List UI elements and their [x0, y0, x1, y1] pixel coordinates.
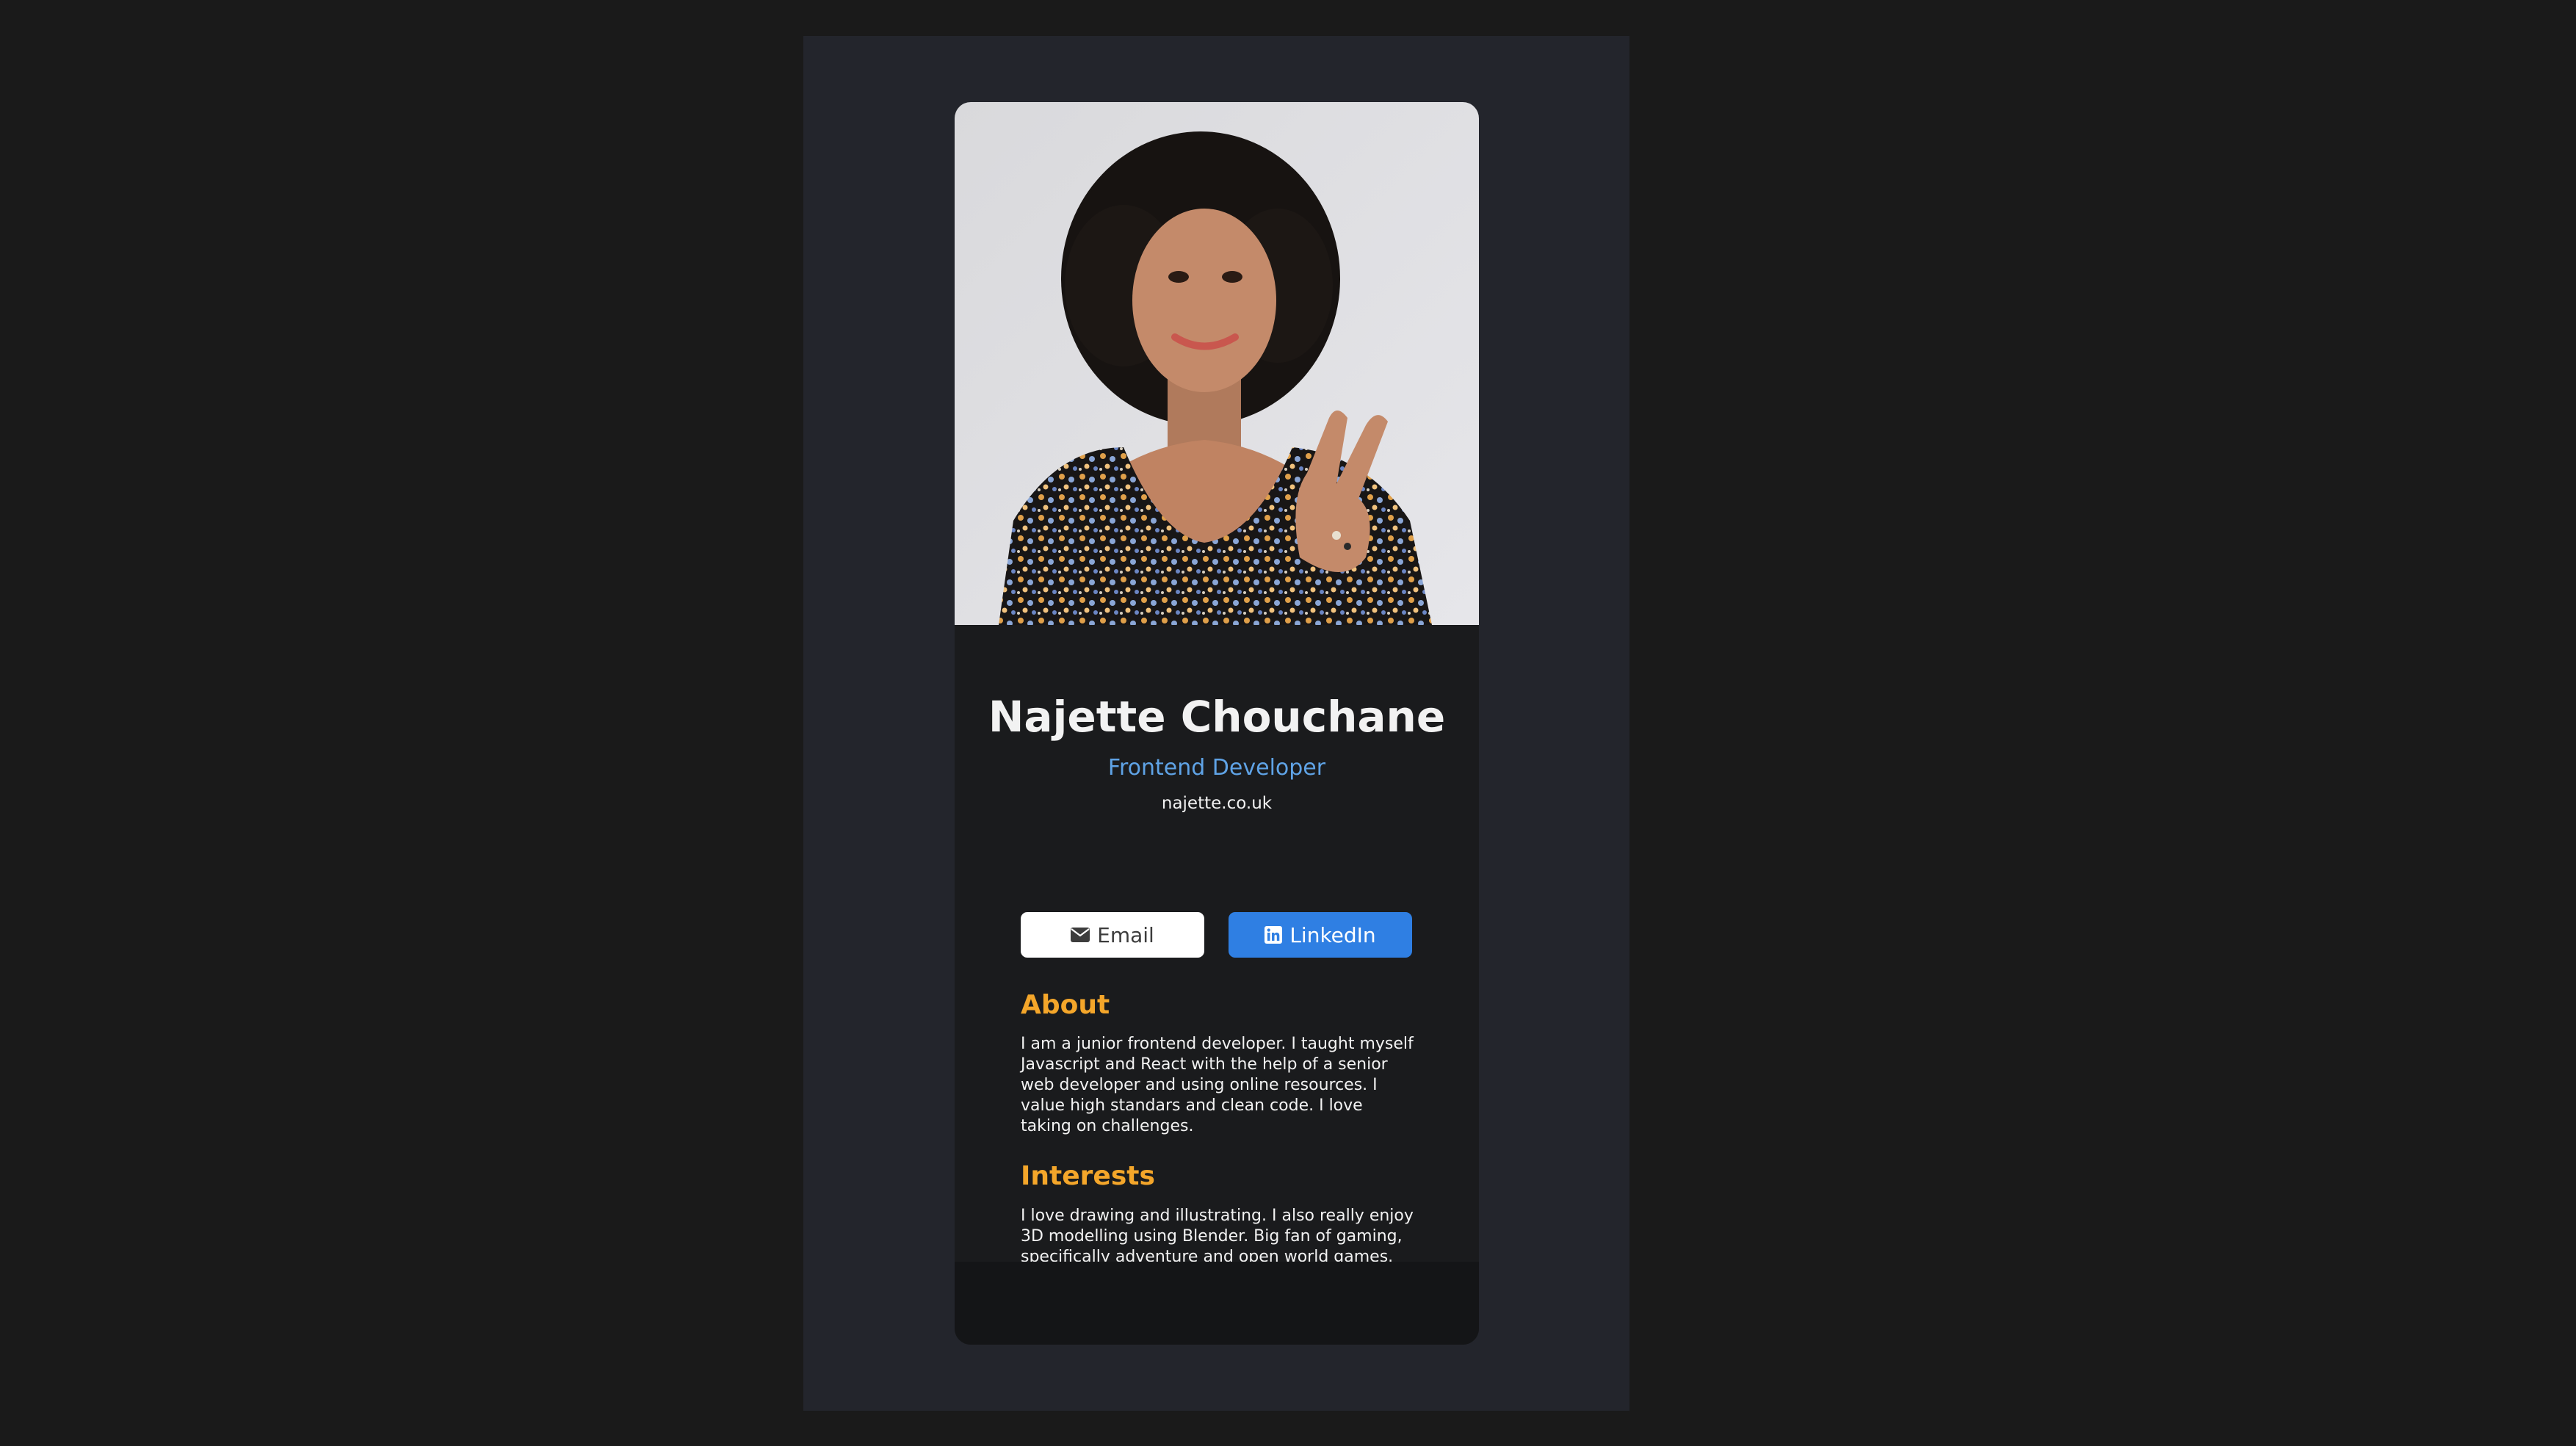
- profile-website[interactable]: najette.co.uk: [955, 792, 1479, 815]
- profile-card: Najette Chouchane Frontend Developer naj…: [955, 102, 1479, 1345]
- linkedin-button-label: LinkedIn: [1289, 922, 1376, 947]
- about-heading: About: [1021, 990, 1110, 1020]
- profile-content: Najette Chouchane Frontend Developer naj…: [955, 625, 1479, 1345]
- linkedin-button[interactable]: LinkedIn: [1229, 912, 1412, 958]
- about-text: I am a junior frontend developer. I taug…: [1021, 1035, 1414, 1135]
- interests-heading: Interests: [1021, 1161, 1155, 1191]
- profile-role: Frontend Developer: [1107, 755, 1326, 781]
- envelope-icon: [1071, 928, 1090, 942]
- email-button[interactable]: Email: [1021, 912, 1204, 958]
- email-button-label: Email: [1097, 922, 1154, 947]
- linkedin-icon: [1265, 926, 1283, 944]
- social-footer: [955, 1262, 1479, 1345]
- profile-name: Najette Chouchane: [988, 692, 1446, 742]
- profile-photo: [955, 102, 1479, 625]
